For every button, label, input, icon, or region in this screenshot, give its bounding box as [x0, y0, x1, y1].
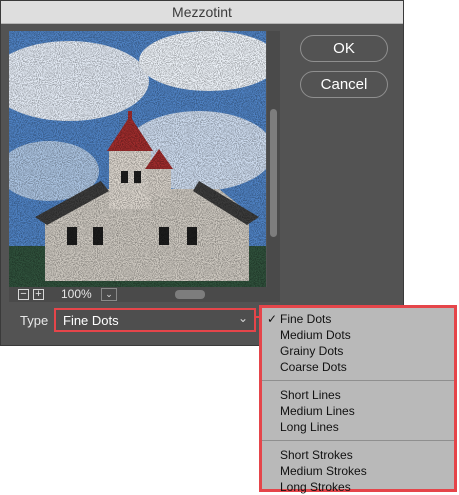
menu-item-medium-dots[interactable]: Medium Dots	[280, 327, 351, 343]
type-dropdown-menu: ✓ Fine Dots Medium Dots Grainy Dots Coar…	[259, 305, 457, 495]
mezzotint-dialog: Mezzotint − + 100% ⌄ OK Cancel Type Fine…	[0, 0, 404, 346]
dialog-title: Mezzotint	[1, 1, 403, 24]
type-select-value: Fine Dots	[63, 313, 119, 328]
menu-item-short-lines[interactable]: Short Lines	[280, 387, 341, 403]
ok-button[interactable]: OK	[300, 35, 388, 62]
vertical-scroll-thumb[interactable]	[270, 109, 277, 237]
preview-image	[9, 31, 266, 287]
menu-item-short-strokes[interactable]: Short Strokes	[280, 447, 353, 463]
zoom-dropdown-button[interactable]: ⌄	[101, 288, 117, 301]
menu-separator	[262, 440, 454, 441]
menu-item-medium-strokes[interactable]: Medium Strokes	[280, 463, 367, 479]
menu-separator	[262, 380, 454, 381]
zoom-bar: − + 100% ⌄	[9, 287, 280, 302]
type-select[interactable]: Fine Dots ⌄	[54, 308, 256, 332]
checkmark-icon: ✓	[267, 312, 278, 326]
menu-item-grainy-dots[interactable]: Grainy Dots	[280, 343, 343, 359]
type-label: Type	[20, 313, 49, 328]
cancel-button[interactable]: Cancel	[300, 71, 388, 98]
chevron-down-icon: ⌄	[237, 311, 248, 325]
menu-item-fine-dots[interactable]: Fine Dots	[280, 311, 331, 327]
zoom-out-button[interactable]: −	[18, 289, 29, 300]
zoom-level: 100%	[61, 287, 92, 301]
horizontal-scroll-thumb[interactable]	[175, 290, 205, 299]
menu-item-coarse-dots[interactable]: Coarse Dots	[280, 359, 347, 375]
filter-preview[interactable]	[9, 31, 266, 287]
preview-vertical-scrollbar[interactable]	[267, 31, 280, 287]
zoom-in-button[interactable]: +	[33, 289, 44, 300]
menu-item-medium-lines[interactable]: Medium Lines	[280, 403, 355, 419]
menu-item-long-strokes[interactable]: Long Strokes	[280, 479, 351, 495]
menu-item-long-lines[interactable]: Long Lines	[280, 419, 339, 435]
